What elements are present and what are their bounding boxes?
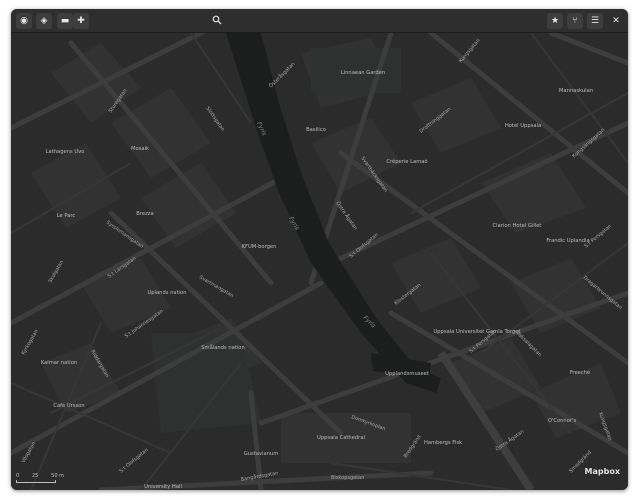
poi-label[interactable]: Clarion Hotel Gillet (493, 223, 542, 229)
poi-label[interactable]: Freeché (570, 369, 590, 376)
poi-label[interactable]: KFUM-borgen (242, 244, 277, 250)
poi-label[interactable]: Smålands nation (201, 344, 244, 351)
layers-icon: ◈ (40, 15, 48, 26)
layers-button[interactable]: ◈ (36, 13, 52, 29)
poi-label[interactable]: Kalmar nation (41, 360, 77, 366)
app-window: ◉ ◈ ▬ ✚ ★ ⑂ ☰ ✕ Fyris Fyris Fyris Linnae… (11, 9, 628, 490)
poi-label[interactable]: Frandic Uplandia (546, 238, 589, 244)
header-bar: ◉ ◈ ▬ ✚ ★ ⑂ ☰ ✕ (11, 9, 628, 33)
poi-label[interactable]: Linnaean Garden (341, 70, 385, 76)
star-icon: ★ (550, 15, 560, 26)
poi-label[interactable]: University Hall (144, 484, 182, 490)
mapbox-attribution[interactable]: Mapbox (585, 467, 620, 476)
poi-label[interactable]: Upplandsmuseet (385, 371, 429, 377)
poi-label[interactable]: Uppsala Universitet Gamla Torget (433, 329, 520, 335)
route-icon: ⑂ (572, 15, 578, 26)
close-icon: ✕ (612, 15, 620, 26)
hamburger-menu-icon: ☰ (590, 15, 600, 26)
poi-label[interactable]: Mannaskulan (559, 88, 593, 94)
map-canvas[interactable]: Fyris Fyris Fyris Linnaean Garden Basili… (11, 33, 628, 490)
poi-label[interactable]: Basilico (306, 127, 326, 133)
poi-label[interactable]: Le Parc (57, 213, 76, 219)
poi-label[interactable]: Uppsala Cathedral (317, 435, 365, 441)
scale-bar (16, 480, 56, 483)
poi-label[interactable]: Gustavianum (244, 451, 279, 457)
search-icon (212, 15, 222, 25)
poi-label[interactable]: Café Ursson (53, 402, 84, 409)
zoom-in-icon: ✚ (77, 15, 85, 26)
poi-label[interactable]: Hambergs Fisk (424, 440, 462, 446)
zoom-out-icon: ▬ (60, 15, 70, 26)
zoom-out-button[interactable]: ▬ (57, 13, 73, 29)
location-target-icon: ◉ (20, 15, 28, 26)
favorites-button[interactable]: ★ (547, 13, 563, 29)
zoom-in-button[interactable]: ✚ (73, 13, 89, 29)
scale-label: 0 (16, 473, 20, 479)
poi-label[interactable]: Brezza (136, 211, 153, 217)
scale-label: 25 (31, 473, 39, 479)
route-button[interactable]: ⑂ (567, 13, 583, 29)
poi-label[interactable]: Hotel Uppsala (505, 123, 541, 129)
close-button[interactable]: ✕ (608, 13, 624, 29)
current-location-button[interactable]: ◉ (16, 13, 32, 29)
poi-label[interactable]: O'Connor's (548, 418, 577, 424)
poi-label[interactable]: Lathagens Uvo (46, 149, 85, 155)
poi-label[interactable]: Uplands nation (147, 290, 186, 296)
street-label: Biskopsgatan (331, 475, 364, 481)
scale-label: 50 m (51, 473, 64, 479)
search-box[interactable] (206, 12, 430, 30)
map-scale: 0 25 50 m (16, 473, 64, 485)
map-view[interactable]: Fyris Fyris Fyris Linnaean Garden Basili… (11, 33, 628, 490)
poi-label[interactable]: Mosaik (131, 146, 149, 152)
menu-button[interactable]: ☰ (587, 13, 603, 29)
search-input[interactable] (226, 13, 426, 29)
poi-label[interactable]: Crêperie Lamaô (386, 158, 427, 165)
